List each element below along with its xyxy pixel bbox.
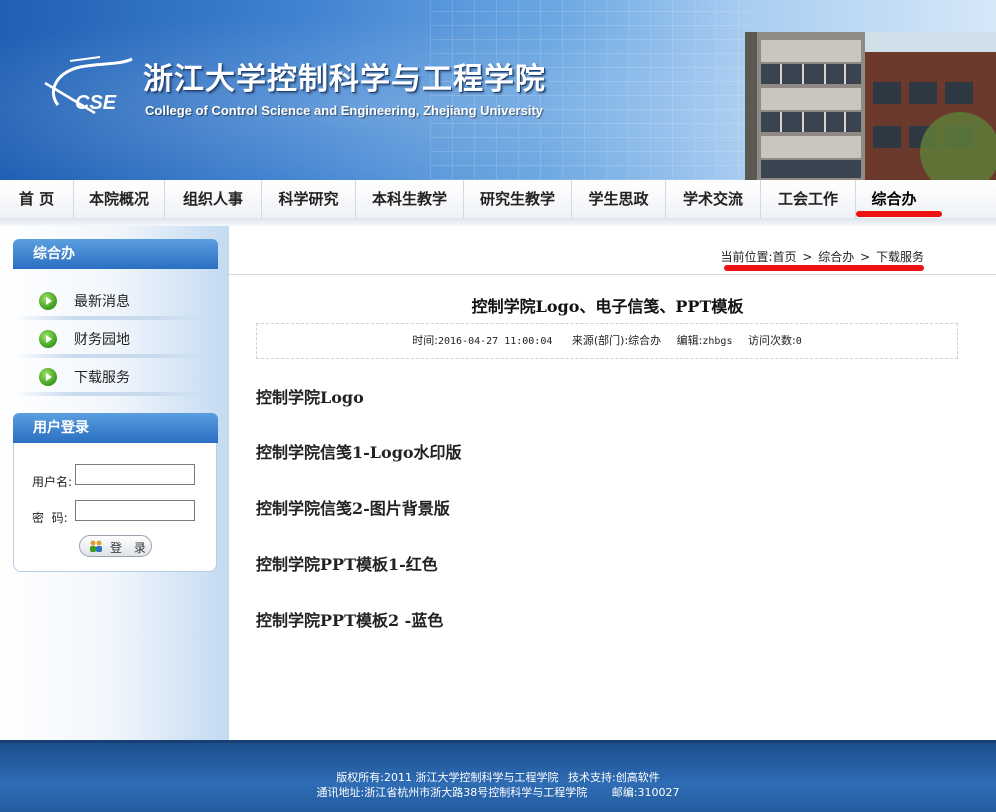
article-title: 控制学院Logo、电子信笺、PPT模板 <box>471 297 744 316</box>
meta-editor-label: 编辑: <box>676 334 703 347</box>
footer-postcode-label: 邮编: <box>611 786 638 799</box>
nav-home[interactable]: 首 页 <box>0 180 74 218</box>
play-bullet-icon <box>39 292 57 310</box>
red-annotation-nav <box>856 211 942 217</box>
username-label: 用户名: <box>32 475 73 489</box>
nav-student-affairs[interactable]: 学生思政 <box>572 180 666 218</box>
footer-copyright-value: 2011 浙江大学控制科学与工程学院 <box>384 771 559 784</box>
header-banner: CSE 浙江大学控制科学与工程学院 College of Control Sci… <box>0 0 996 180</box>
download-link-letterhead-1[interactable]: 控制学院信笺1-Logo水印版 <box>256 439 462 463</box>
main-nav: 首 页 本院概况 组织人事 科学研究 本科生教学 研究生教学 学生思政 学术交流… <box>0 180 996 221</box>
download-link-letterhead-2[interactable]: 控制学院信笺2-图片背景版 <box>256 495 450 519</box>
site-title: 浙江大学控制科学与工程学院 <box>143 62 546 97</box>
login-users-icon <box>90 540 102 552</box>
footer: 版权所有:2011 浙江大学控制科学与工程学院 技术支持:创高软件 通讯地址:浙… <box>0 740 996 812</box>
footer-address-label: 通讯地址: <box>316 786 365 799</box>
sidebar-item-label: 下载服务 <box>74 370 130 386</box>
meta-time-label: 时间: <box>412 334 438 347</box>
footer-address-value: 浙江省杭州市浙大路38号控制科学与工程学院 <box>364 786 588 799</box>
username-input[interactable] <box>75 464 195 485</box>
play-bullet-icon <box>39 330 57 348</box>
download-link-logo[interactable]: 控制学院Logo <box>256 384 364 408</box>
meta-visits-label: 访问次数: <box>747 334 796 347</box>
sidebar-item-downloads[interactable]: 下载服务 <box>13 358 218 396</box>
footer-support-link[interactable]: 创高软件 <box>616 771 660 784</box>
breadcrumb-home[interactable]: 首页 <box>773 250 797 264</box>
sidebar-section-title: 综合办 <box>13 239 218 269</box>
download-link-ppt-blue[interactable]: 控制学院PPT模板2 -蓝色 <box>256 607 443 631</box>
site-subtitle: College of Control Science and Engineeri… <box>145 103 544 118</box>
login-button-label: 登 录 <box>110 541 150 555</box>
login-title: 用户登录 <box>13 413 218 443</box>
nav-graduate[interactable]: 研究生教学 <box>464 180 572 218</box>
footer-address-row: 通讯地址:浙江省杭州市浙大路38号控制科学与工程学院 邮编:310027 <box>0 784 996 800</box>
download-link-ppt-red[interactable]: 控制学院PPT模板1-红色 <box>256 551 438 575</box>
sidebar-item-label: 最新消息 <box>74 294 130 310</box>
meta-time-value: 2016-04-27 11:00:04 <box>437 336 553 347</box>
footer-copyright-label: 版权所有: <box>336 771 384 784</box>
nav-shadow <box>0 218 996 226</box>
meta-visits-value: 0 <box>795 336 802 347</box>
play-bullet-icon <box>39 368 57 386</box>
meta-editor-value: zhbgs <box>702 336 733 347</box>
breadcrumb: 当前位置:首页 > 综合办 > 下载服务 <box>720 248 924 265</box>
footer-support-label: 技术支持: <box>568 771 616 784</box>
building-photo <box>745 32 996 180</box>
logo-text: CSE <box>75 92 117 114</box>
password-input[interactable] <box>75 500 195 521</box>
divider <box>13 392 218 396</box>
login-button[interactable]: 登 录 <box>79 535 152 557</box>
sidebar-item-finance[interactable]: 财务园地 <box>13 320 218 358</box>
red-annotation-breadcrumb <box>724 265 924 271</box>
breadcrumb-separator: > <box>860 250 871 264</box>
breadcrumb-downloads[interactable]: 下载服务 <box>876 250 924 264</box>
breadcrumb-office[interactable]: 综合办 <box>818 250 854 264</box>
password-label: 密 码: <box>32 511 68 525</box>
login-panel: 用户名: 密 码: 登 录 <box>13 443 217 572</box>
nav-research[interactable]: 科学研究 <box>262 180 356 218</box>
nav-union[interactable]: 工会工作 <box>761 180 856 218</box>
meta-source-label: 来源(部门): <box>571 334 629 347</box>
nav-personnel[interactable]: 组织人事 <box>165 180 262 218</box>
nav-undergrad[interactable]: 本科生教学 <box>356 180 464 218</box>
footer-postcode-value: 310027 <box>637 786 680 799</box>
nav-academic-exchange[interactable]: 学术交流 <box>666 180 761 218</box>
footer-copyright-row: 版权所有:2011 浙江大学控制科学与工程学院 技术支持:创高软件 <box>0 769 996 785</box>
sidebar-item-news[interactable]: 最新消息 <box>13 282 218 320</box>
meta-source-value: 综合办 <box>628 334 662 347</box>
nav-about[interactable]: 本院概况 <box>74 180 165 218</box>
breadcrumb-separator: > <box>802 250 813 264</box>
breadcrumb-prefix: 当前位置: <box>720 250 773 264</box>
sidebar-item-label: 财务园地 <box>74 332 130 348</box>
article-meta: 时间:2016-04-27 11:00:04 来源(部门):综合办 编辑:zhb… <box>256 323 958 359</box>
